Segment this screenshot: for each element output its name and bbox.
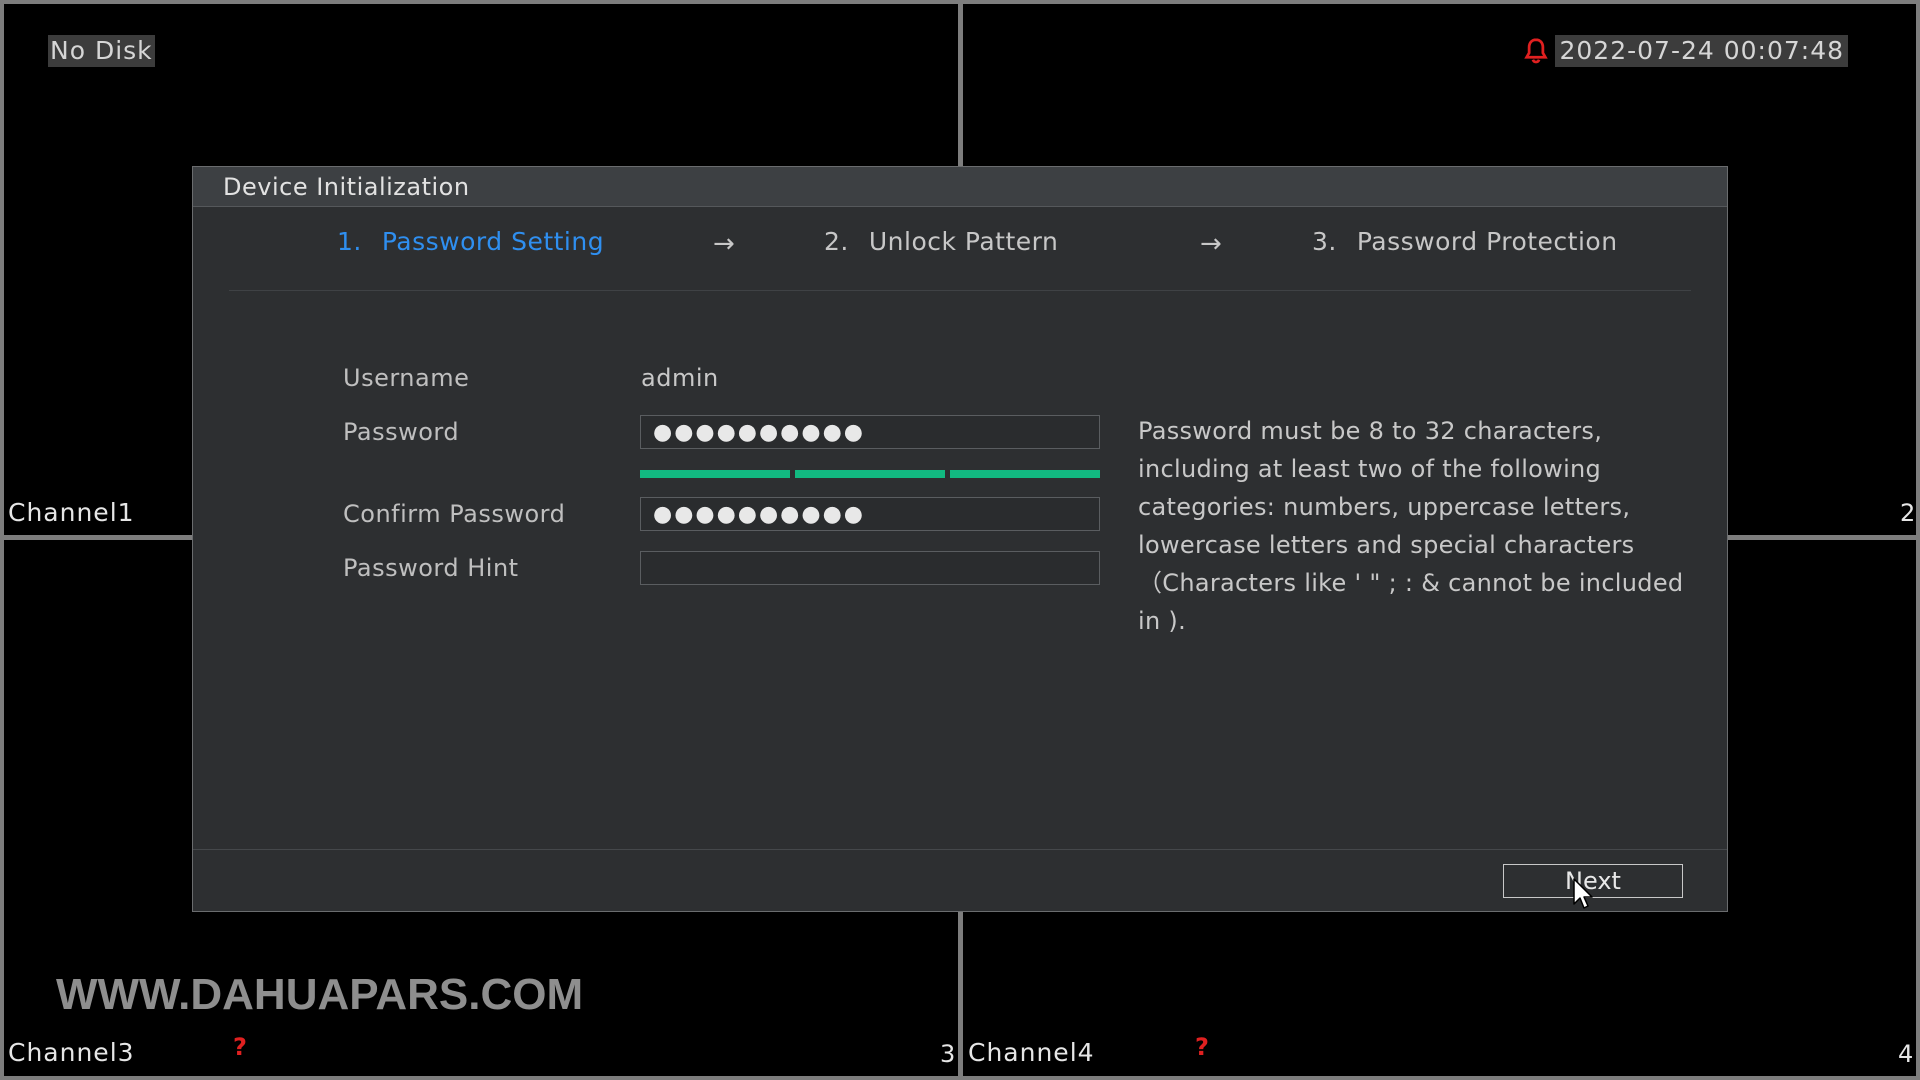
step-label: Password Setting xyxy=(381,227,605,256)
step-number: 2. xyxy=(824,227,849,256)
wizard-steps: 1. Password Setting → 2. Unlock Pattern → … xyxy=(193,227,1727,267)
datetime-display: 2022-07-24 00:07:48 xyxy=(1521,35,1848,67)
password-hint-label: Password Hint xyxy=(343,554,519,582)
disk-status: No Disk xyxy=(48,35,155,67)
step-number: 1. xyxy=(337,227,362,256)
step-unlock-pattern: 2. Unlock Pattern xyxy=(824,227,1058,256)
datetime-text: 2022-07-24 00:07:48 xyxy=(1555,35,1848,67)
step-arrow-icon: → xyxy=(1200,229,1222,259)
channel-4-label: Channel4 xyxy=(968,1038,1095,1067)
password-hint-field[interactable] xyxy=(640,551,1100,585)
step-label: Password Protection xyxy=(1356,227,1618,256)
dialog-title: Device Initialization xyxy=(193,167,1727,207)
channel-2-number: 2 xyxy=(1900,499,1916,527)
step-number: 3. xyxy=(1312,227,1337,256)
footer-divider xyxy=(193,849,1727,850)
username-value: admin xyxy=(641,364,719,392)
username-label: Username xyxy=(343,364,470,392)
alarm-bell-icon xyxy=(1524,38,1549,64)
password-rules-text: Password must be 8 to 32 characters, inc… xyxy=(1138,417,1684,635)
password-field[interactable] xyxy=(640,415,1100,449)
channel-3-number: 3 xyxy=(940,1040,956,1068)
confirm-password-label: Confirm Password xyxy=(343,500,566,528)
step-password-setting: 1. Password Setting xyxy=(337,227,604,256)
strength-segment xyxy=(950,470,1100,478)
step-password-protection: 3. Password Protection xyxy=(1312,227,1618,256)
mouse-pointer-icon xyxy=(1573,878,1593,909)
confirm-password-field[interactable] xyxy=(640,497,1100,531)
password-strength-bar xyxy=(640,470,1100,478)
website-watermark: WWW.DAHUAPARS.COM xyxy=(56,970,584,1019)
steps-divider xyxy=(229,290,1691,291)
strength-segment xyxy=(795,470,945,478)
step-label: Unlock Pattern xyxy=(868,227,1059,256)
channel-3-status-icon: ? xyxy=(233,1033,247,1061)
channel-1-label: Channel1 xyxy=(8,498,135,527)
channel-3-label: Channel3 xyxy=(8,1038,135,1067)
password-label: Password xyxy=(343,418,460,446)
step-arrow-icon: → xyxy=(713,229,735,259)
device-initialization-dialog: Device Initialization 1. Password Setting… xyxy=(192,166,1728,912)
channel-4-status-icon: ? xyxy=(1195,1033,1209,1061)
strength-segment xyxy=(640,470,790,478)
channel-4-number: 4 xyxy=(1898,1040,1914,1068)
